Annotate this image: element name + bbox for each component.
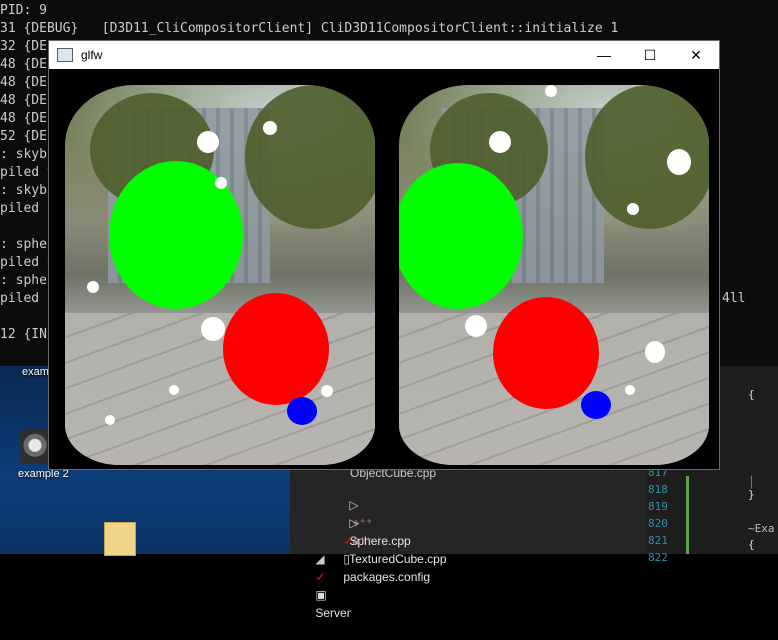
config-file-icon: ▯ — [343, 552, 354, 566]
render-viewport[interactable] — [49, 69, 719, 469]
console-line: : sphe — [0, 237, 47, 252]
line-numbers: 817 818 819 820 821 822 — [648, 466, 668, 564]
checkmark-icon: ✓ — [315, 570, 326, 584]
console-line: 48 {DEE — [0, 111, 55, 126]
console-line: 12 {INF — [0, 327, 55, 342]
window-app-icon — [57, 48, 73, 62]
console-line: 48 {DEE — [0, 75, 55, 90]
window-title: glfw — [81, 48, 103, 62]
example2-app-icon[interactable] — [20, 430, 50, 464]
console-line-fragment: 4ll — [722, 291, 746, 306]
console-line: piled f — [0, 291, 55, 306]
title-bar[interactable]: glfw — ☐ ✕ — [49, 41, 719, 69]
red-sphere — [223, 293, 329, 405]
red-sphere — [493, 297, 599, 409]
project-icon: ▣ — [315, 588, 331, 602]
console-line: 52 {DEE — [0, 129, 55, 144]
close-button[interactable]: ✕ — [673, 41, 719, 69]
right-eye-view — [399, 85, 709, 465]
tree-item[interactable]: ✓ ▯ packages.config — [330, 514, 430, 584]
minimize-icon: — — [597, 47, 611, 63]
left-eye-view — [65, 85, 375, 465]
console-line: piled v — [0, 165, 55, 180]
console-line: : skyb — [0, 147, 47, 162]
maximize-button[interactable]: ☐ — [627, 41, 673, 69]
folder-icon[interactable] — [104, 522, 136, 556]
chevron-down-icon[interactable]: ◢ — [315, 552, 324, 566]
console-line: 48 {DEE — [0, 57, 55, 72]
close-icon: ✕ — [690, 47, 702, 63]
green-sphere — [399, 163, 523, 309]
solution-explorer: ObjectCube.cpp ▷ +⁺⁺ Sphere.cpp ▷ a⁺⁺ Te… — [290, 466, 646, 620]
blue-sphere — [287, 397, 317, 425]
console-line: piled f — [0, 201, 55, 216]
console-line: 48 {DEE — [0, 93, 55, 108]
tree-item[interactable]: ▷ a⁺⁺ TexturedCube.cpp — [336, 496, 446, 566]
glfw-window[interactable]: glfw — ☐ ✕ — [48, 40, 720, 470]
console-line: PID: 9 — [0, 3, 47, 18]
change-marker — [686, 476, 689, 554]
blue-sphere — [581, 391, 611, 419]
console-line: : skyb — [0, 183, 47, 198]
maximize-icon: ☐ — [643, 47, 657, 63]
console-line: piled v — [0, 255, 55, 270]
tree-item[interactable]: ◢ ✓ ▣ Server — [302, 532, 350, 620]
console-line: : sphe — [0, 273, 47, 288]
minimize-button[interactable]: — — [581, 41, 627, 69]
tree-item[interactable]: ▷ +⁺⁺ Sphere.cpp — [336, 478, 410, 548]
console-line: 31 {DEBUG} [D3D11_CliCompositorClient] C… — [0, 21, 619, 36]
